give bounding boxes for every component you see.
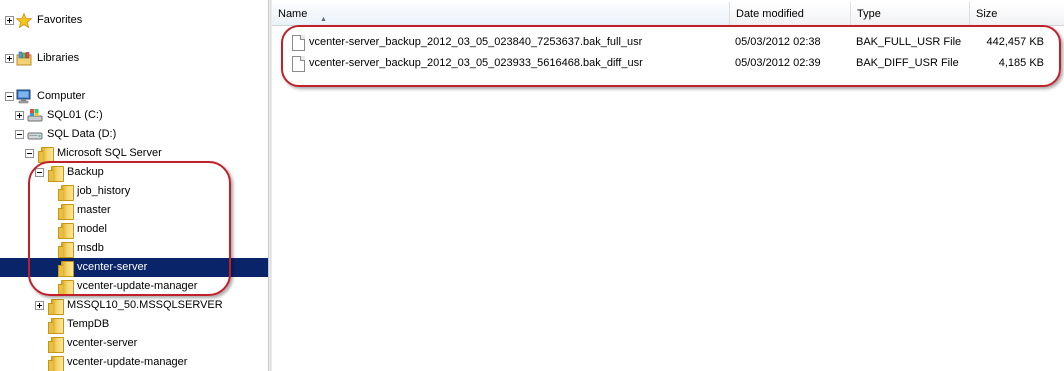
nav-label: Favorites bbox=[37, 14, 83, 26]
nav-folder-tempdb[interactable]: TempDB bbox=[0, 315, 268, 334]
expand-icon[interactable] bbox=[35, 301, 44, 310]
nav-label: MSSQL10_50.MSSQLSERVER bbox=[67, 299, 223, 311]
nav-folder-vcenter-server-2[interactable]: vcenter-server bbox=[0, 334, 268, 353]
column-label: Date modified bbox=[736, 8, 804, 20]
folder-icon bbox=[48, 318, 64, 334]
collapse-icon[interactable] bbox=[5, 92, 14, 101]
expand-icon[interactable] bbox=[5, 16, 14, 25]
nav-label: vcenter-update-manager bbox=[67, 356, 188, 368]
column-label: Size bbox=[976, 8, 998, 20]
file-list-pane[interactable]: Name ▲ Date modified Type Size vcenter-s… bbox=[272, 0, 1064, 371]
expand-icon[interactable] bbox=[15, 111, 24, 120]
library-icon bbox=[16, 51, 32, 66]
nav-favorites[interactable]: Favorites bbox=[0, 11, 268, 30]
drive-icon bbox=[27, 127, 43, 142]
folder-icon bbox=[48, 337, 64, 353]
column-header-name[interactable]: Name ▲ bbox=[272, 2, 730, 25]
column-header-type[interactable]: Type bbox=[851, 2, 970, 25]
navigation-pane[interactable]: Favorites Libraries Computer SQL01 (C:) … bbox=[0, 0, 268, 371]
system-drive-icon bbox=[27, 108, 43, 123]
collapse-icon[interactable] bbox=[15, 130, 24, 139]
column-header-bar: Name ▲ Date modified Type Size bbox=[272, 2, 1064, 26]
nav-label: vcenter-server bbox=[67, 337, 138, 349]
computer-icon bbox=[16, 89, 32, 104]
nav-label: Computer bbox=[37, 90, 86, 102]
folder-icon bbox=[48, 356, 64, 371]
column-label: Name bbox=[278, 8, 308, 20]
folder-icon bbox=[48, 299, 64, 315]
column-header-date[interactable]: Date modified bbox=[730, 2, 851, 25]
nav-folder-vcenter-update-manager-2[interactable]: vcenter-update-manager bbox=[0, 353, 268, 371]
nav-libraries[interactable]: Libraries bbox=[0, 49, 268, 68]
expand-icon[interactable] bbox=[5, 54, 14, 63]
collapse-icon[interactable] bbox=[25, 149, 34, 158]
nav-folder-mssql10[interactable]: MSSQL10_50.MSSQLSERVER bbox=[0, 296, 268, 315]
nav-drive-d[interactable]: SQL Data (D:) bbox=[0, 125, 268, 144]
nav-drive-c[interactable]: SQL01 (C:) bbox=[0, 106, 268, 125]
nav-label: TempDB bbox=[67, 318, 110, 330]
column-header-size[interactable]: Size bbox=[970, 2, 1064, 25]
nav-label: Libraries bbox=[37, 52, 80, 64]
annotation-ellipse-files bbox=[281, 25, 1061, 87]
nav-label: SQL01 (C:) bbox=[47, 109, 103, 121]
star-icon bbox=[15, 12, 33, 29]
nav-computer[interactable]: Computer bbox=[0, 87, 268, 106]
annotation-ellipse-tree bbox=[28, 161, 231, 296]
nav-label: SQL Data (D:) bbox=[47, 128, 117, 140]
column-label: Type bbox=[857, 8, 881, 20]
